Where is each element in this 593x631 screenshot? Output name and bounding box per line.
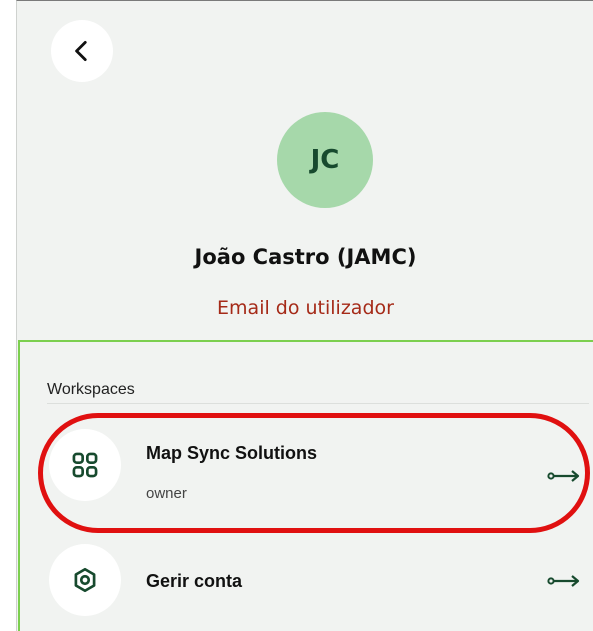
back-button[interactable] [51,20,113,82]
workspace-role: owner [146,485,187,502]
settings-hexagon-icon [74,567,96,593]
arrow-right-icon [547,575,580,587]
avatar: JC [277,112,373,208]
profile-screen: JC João Castro (JAMC) Email do utilizado… [16,0,593,631]
workspace-name: Map Sync Solutions [146,443,318,463]
section-divider [47,403,589,404]
arrow-right-icon [547,470,580,482]
manage-account-icon-container [49,544,121,616]
avatar-initials: JC [310,145,340,175]
section-title-workspaces: Workspaces [47,381,135,398]
user-name: João Castro (JAMC) [194,245,417,269]
manage-account-item[interactable]: Gerir conta [47,536,593,620]
workspace-item[interactable]: Map Sync Solutions owner [47,421,593,505]
manage-account-label: Gerir conta [146,571,243,591]
chevron-left-icon [75,40,87,62]
grid-icon [72,452,98,478]
workspace-icon-container [49,429,121,501]
user-email[interactable]: Email do utilizador [17,297,593,319]
